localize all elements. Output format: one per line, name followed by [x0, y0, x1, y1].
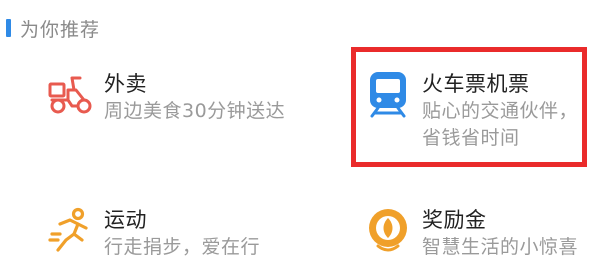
card-reward[interactable]: 奖励金 智慧生活的小惊喜	[364, 206, 578, 261]
card-description: 智慧生活的小惊喜	[422, 236, 579, 258]
scooter-delivery-icon	[46, 70, 94, 118]
card-description: 行走捐步，爱在行	[104, 236, 261, 258]
section-title: 为你推荐	[20, 18, 101, 41]
card-description: 周边美食30分钟送达	[104, 100, 286, 122]
header-accent-bar	[6, 19, 11, 37]
card-title: 外卖	[104, 72, 147, 96]
card-takeout[interactable]: 外卖 周边美食30分钟送达	[46, 70, 294, 125]
section-header: 为你推荐	[6, 14, 100, 42]
card-title: 奖励金	[422, 208, 487, 232]
running-person-icon	[46, 206, 94, 254]
card-title: 运动	[104, 208, 147, 232]
highlight-box	[351, 47, 587, 167]
card-sports[interactable]: 运动 行走捐步，爱在行	[46, 206, 260, 261]
reward-coin-icon	[364, 206, 412, 254]
